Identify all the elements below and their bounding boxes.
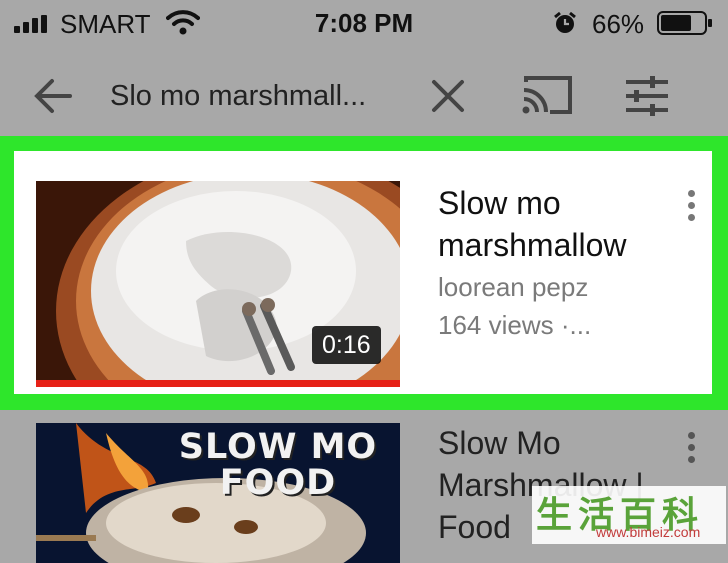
search-query[interactable]: Slo mo marshmall... (110, 80, 366, 113)
video-title[interactable]: Slow mo marshmallow (438, 182, 668, 266)
view-count: 164 views ·... (438, 310, 592, 340)
cast-icon[interactable] (520, 72, 576, 118)
channel-name[interactable]: loorean pepz (438, 272, 588, 303)
battery-icon (657, 11, 712, 35)
watch-progress-bar (36, 380, 400, 387)
watermark-url: www.bimeiz.com (596, 524, 701, 540)
thumbnail-caption: SLOW MO FOOD (178, 427, 378, 503)
clear-icon[interactable] (430, 78, 466, 114)
video-thumbnail[interactable]: SLOW MO FOOD (36, 423, 400, 563)
battery-percent: 66% (592, 9, 645, 39)
more-options-icon[interactable] (684, 190, 698, 226)
status-bar: SMART 7:08 PM 66% (0, 0, 728, 48)
alarm-icon (554, 11, 576, 33)
filter-icon[interactable] (624, 74, 670, 118)
back-arrow-icon[interactable] (30, 76, 76, 116)
duration-badge: 0:16 (312, 326, 381, 364)
more-options-icon[interactable] (684, 432, 698, 468)
watermark: 生活百科 www.bimeiz.com (532, 486, 726, 544)
search-toolbar: Slo mo marshmall... (0, 48, 728, 136)
